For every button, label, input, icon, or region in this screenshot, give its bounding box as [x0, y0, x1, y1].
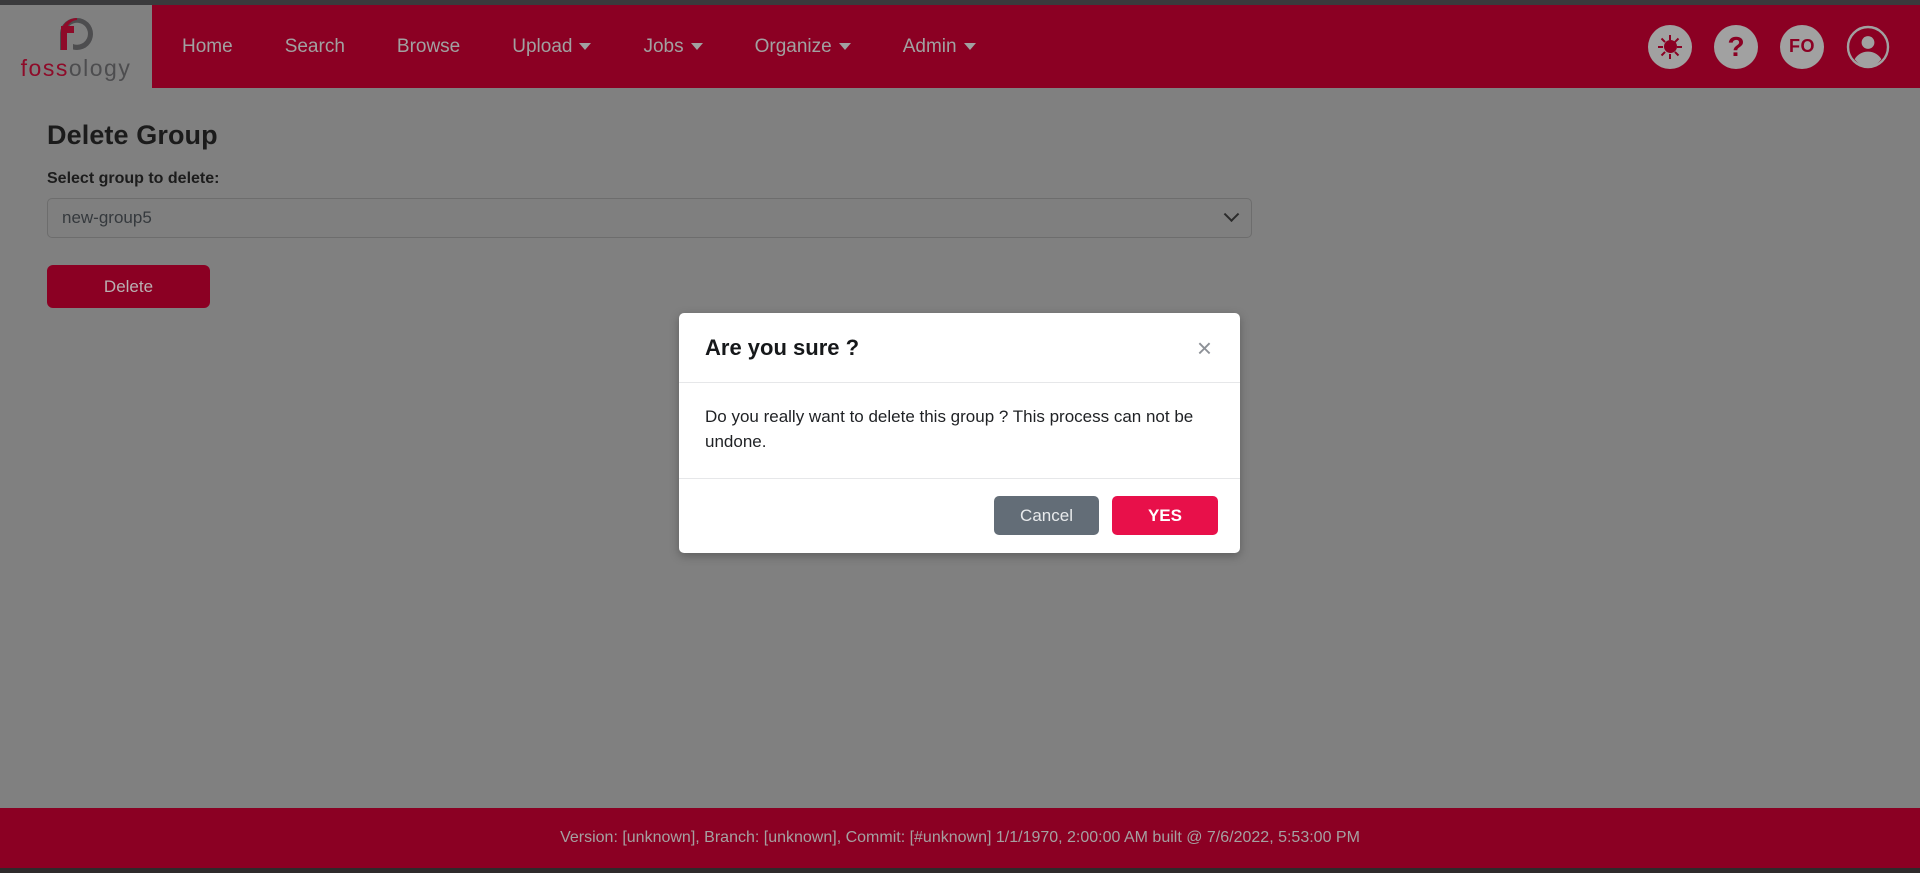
nav-item-admin[interactable]: Admin: [903, 28, 976, 66]
brightness-icon[interactable]: [1648, 24, 1692, 69]
select-group-label: Select group to delete:: [47, 170, 220, 187]
group-select[interactable]: new-group5: [47, 198, 1252, 238]
footer-version-text: Version: [unknown], Branch: [unknown], C…: [560, 829, 1360, 846]
sun-core: [1663, 34, 1677, 59]
fossology-logo-icon: [47, 13, 105, 55]
modal-header: Are you sure ? ×: [679, 313, 1240, 383]
nav-item-jobs-label: Jobs: [643, 35, 684, 57]
close-icon[interactable]: ×: [1195, 335, 1214, 361]
brand-word-second: ology: [68, 55, 132, 81]
delete-button[interactable]: Delete: [47, 265, 210, 308]
nav-item-search[interactable]: Search: [285, 28, 345, 66]
browser-bottom-edge: [0, 868, 1920, 873]
chevron-down-icon: [963, 43, 976, 50]
nav-item-upload[interactable]: Upload: [512, 28, 592, 66]
navbar-bar: Home Search Browse Upload Jobs Organize …: [152, 5, 1920, 88]
chevron-down-icon: [838, 43, 851, 50]
nav-item-upload-label: Upload: [512, 35, 573, 57]
user-initials-avatar[interactable]: FO: [1780, 24, 1824, 69]
user-initials-label: FO: [1789, 36, 1815, 56]
modal-footer: Cancel YES: [679, 479, 1240, 553]
cancel-button[interactable]: Cancel: [994, 496, 1099, 536]
nav-item-organize-label: Organize: [754, 35, 832, 57]
modal-title: Are you sure ?: [705, 335, 860, 360]
confirm-yes-button[interactable]: YES: [1111, 496, 1218, 536]
navbar-right-actions: ? FO: [1626, 24, 1920, 69]
nav-item-admin-label: Admin: [902, 35, 957, 57]
group-select-value: new-group5: [62, 208, 152, 227]
chevron-down-icon: [1223, 205, 1240, 222]
main-navbar: fossology Home Search Browse Upload Jobs: [0, 5, 1920, 88]
nav-item-home[interactable]: Home: [182, 28, 233, 66]
nav-item-browse[interactable]: Browse: [397, 28, 460, 66]
nav-links: Home Search Browse Upload Jobs Organize …: [182, 28, 976, 66]
chevron-down-icon: [579, 43, 592, 50]
modal-body-text: Do you really want to delete this group …: [679, 383, 1240, 480]
chevron-down-icon: [690, 43, 703, 50]
user-account-icon[interactable]: [1846, 25, 1890, 69]
page-footer: Version: [unknown], Branch: [unknown], C…: [0, 808, 1920, 868]
nav-item-search-label: Search: [284, 35, 345, 57]
help-icon-glyph: ?: [1727, 30, 1745, 62]
brand-word-first: foss: [20, 55, 69, 81]
confirm-delete-modal: Are you sure ? × Do you really want to d…: [679, 313, 1240, 554]
page-title: Delete Group: [47, 120, 218, 151]
nav-item-browse-label: Browse: [396, 35, 461, 57]
brand-logo[interactable]: fossology: [0, 5, 152, 88]
nav-item-organize[interactable]: Organize: [755, 28, 851, 66]
brand-wordmark: fossology: [21, 57, 132, 80]
nav-item-home-label: Home: [182, 35, 233, 57]
nav-item-jobs[interactable]: Jobs: [643, 28, 703, 66]
help-icon[interactable]: ?: [1714, 24, 1758, 69]
